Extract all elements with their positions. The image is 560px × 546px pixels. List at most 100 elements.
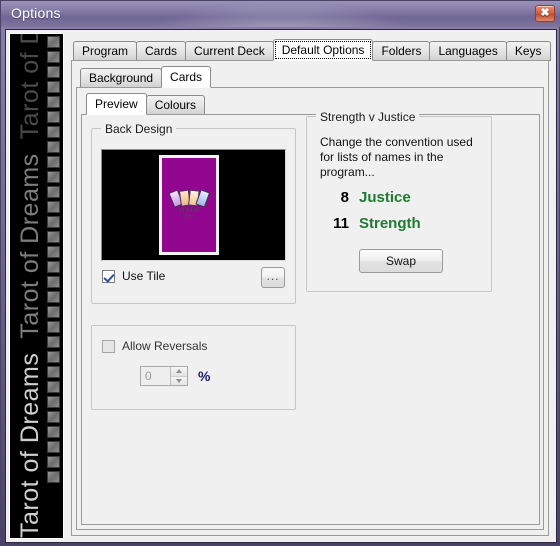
filmstrip-cell (47, 396, 60, 408)
filmstrip-cell (47, 156, 60, 168)
filmstrip-cell (47, 351, 60, 363)
filmstrip-cell (47, 231, 60, 243)
filmstrip-cell (47, 366, 60, 378)
tab-current-deck[interactable]: Current Deck (185, 41, 274, 61)
filmstrip-cell (47, 441, 60, 453)
browse-back-design-button[interactable]: ... (261, 267, 285, 288)
tab-panel-cards: Preview Colours Back Design Orphalese Ta… (76, 87, 544, 530)
filmstrip-decoration (47, 35, 61, 538)
titlebar-sheen (151, 1, 411, 27)
tabs-third-level[interactable]: Preview Colours (86, 93, 206, 115)
group-back-design-title: Back Design (101, 122, 177, 136)
strength-number: 11 (333, 215, 349, 232)
filmstrip-cell (47, 276, 60, 288)
options-window: Options ✖ Tarot of Dreams Tarot of Dream… (0, 0, 560, 546)
filmstrip-cell (47, 96, 60, 108)
justice-number: 8 (340, 189, 349, 206)
tab-label: Cards (145, 44, 178, 58)
chevron-up-icon (176, 369, 182, 374)
tab-panel-default-options: Background Cards Preview Colours Back Desi… (71, 60, 549, 536)
tab-keys[interactable]: Keys (505, 41, 551, 61)
filmstrip-cell (47, 201, 60, 213)
strength-row-strength: 11 Strength (323, 215, 421, 232)
filmstrip-cell (47, 216, 60, 228)
filmstrip-cell (47, 456, 60, 468)
allow-reversals-checkbox[interactable] (102, 339, 115, 353)
filmstrip-cell (47, 36, 60, 48)
client-area: Tarot of Dreams Tarot of Dreams Tarot of… (5, 29, 557, 543)
group-strength-title: Strength v Justice (316, 110, 420, 124)
reversals-percent-stepper[interactable]: 0 (140, 366, 188, 386)
tab-background[interactable]: Background (80, 68, 163, 88)
tab-label: Colours (154, 98, 197, 112)
card-back-image: Orphalese Tarot (159, 155, 219, 255)
back-design-preview[interactable]: Orphalese Tarot (101, 149, 286, 261)
tab-label: Languages (438, 44, 498, 58)
filmstrip-cell (47, 111, 60, 123)
banner-vertical-text: Tarot of Dreams Tarot of Dreams Tarot of… (10, 34, 50, 538)
close-button[interactable]: ✖ (535, 5, 555, 22)
close-icon: ✖ (540, 7, 550, 19)
tab-folders[interactable]: Folders (372, 41, 431, 61)
reversals-stepper-buttons[interactable] (170, 367, 187, 385)
group-strength-v-justice: Strength v Justice Change the convention… (306, 110, 492, 292)
tab-label: Cards (170, 70, 203, 84)
title-bar[interactable]: Options ✖ (1, 1, 560, 27)
filmstrip-cell (47, 426, 60, 438)
filmstrip-cell (47, 381, 60, 393)
strength-name: Strength (359, 215, 421, 232)
chevron-down-icon (176, 378, 182, 383)
stepper-up-button[interactable] (171, 367, 187, 376)
filmstrip-cell (47, 51, 60, 63)
tab-label: Folders (381, 44, 422, 58)
use-tile-row[interactable]: Use Tile (102, 269, 165, 283)
group-back-design: Back Design Orphalese Tarot Use Tile ... (91, 122, 296, 304)
window-title: Options (11, 5, 61, 21)
tab-label: Default Options (281, 43, 365, 57)
filmstrip-cell (47, 141, 60, 153)
filmstrip-cell (47, 66, 60, 78)
allow-reversals-label: Allow Reversals (122, 339, 208, 353)
main-panel: Program Cards Current Deck Default Options F… (68, 33, 552, 539)
use-tile-label: Use Tile (122, 269, 166, 283)
card-fan-icon (168, 189, 211, 208)
tab-preview[interactable]: Preview (86, 93, 147, 115)
tabs-second-level[interactable]: Background Cards (80, 66, 212, 88)
filmstrip-cell (47, 261, 60, 273)
filmstrip-cell (47, 411, 60, 423)
tab-languages[interactable]: Languages (429, 41, 507, 61)
filmstrip-cell (47, 306, 60, 318)
side-banner: Tarot of Dreams Tarot of Dreams Tarot of… (9, 33, 64, 539)
tab-label: Background (89, 71, 154, 85)
tabs-top-level[interactable]: Program Cards Current Deck Default Options F… (73, 39, 551, 61)
percent-label: % (198, 368, 211, 384)
filmstrip-cell (47, 81, 60, 93)
banner-text-part: Tarot of Dreams (15, 153, 44, 339)
tab-colours[interactable]: Colours (145, 95, 206, 115)
banner-text-wrap: Tarot of Dreams Tarot of Dreams Tarot of… (10, 34, 50, 538)
justice-name: Justice (359, 189, 411, 206)
tab-label: Current Deck (194, 44, 265, 58)
use-tile-checkbox[interactable] (102, 269, 115, 283)
card-brand-line2: Tarot (183, 214, 195, 219)
strength-row-justice: 8 Justice (323, 189, 411, 206)
tab-program[interactable]: Program (73, 41, 138, 61)
tab-default-options[interactable]: Default Options (272, 39, 374, 61)
tab-label: Program (82, 44, 129, 58)
filmstrip-cell (47, 336, 60, 348)
tab-label: Preview (95, 97, 138, 111)
filmstrip-cell (47, 246, 60, 258)
banner-text-part: Tarot of Dreams (15, 34, 44, 140)
filmstrip-cell (47, 171, 60, 183)
stepper-down-button[interactable] (171, 375, 187, 385)
tab-cards[interactable]: Cards (161, 66, 212, 88)
tab-cards[interactable]: Cards (136, 41, 187, 61)
swap-button[interactable]: Swap (359, 249, 443, 273)
reversals-percent-value[interactable]: 0 (141, 367, 170, 385)
filmstrip-cell (47, 321, 60, 333)
filmstrip-cell (47, 291, 60, 303)
tab-label: Keys (514, 44, 542, 58)
allow-reversals-row[interactable]: Allow Reversals (102, 339, 207, 353)
filmstrip-cell (47, 471, 60, 483)
group-allow-reversals: Allow Reversals 0 % (91, 325, 296, 410)
